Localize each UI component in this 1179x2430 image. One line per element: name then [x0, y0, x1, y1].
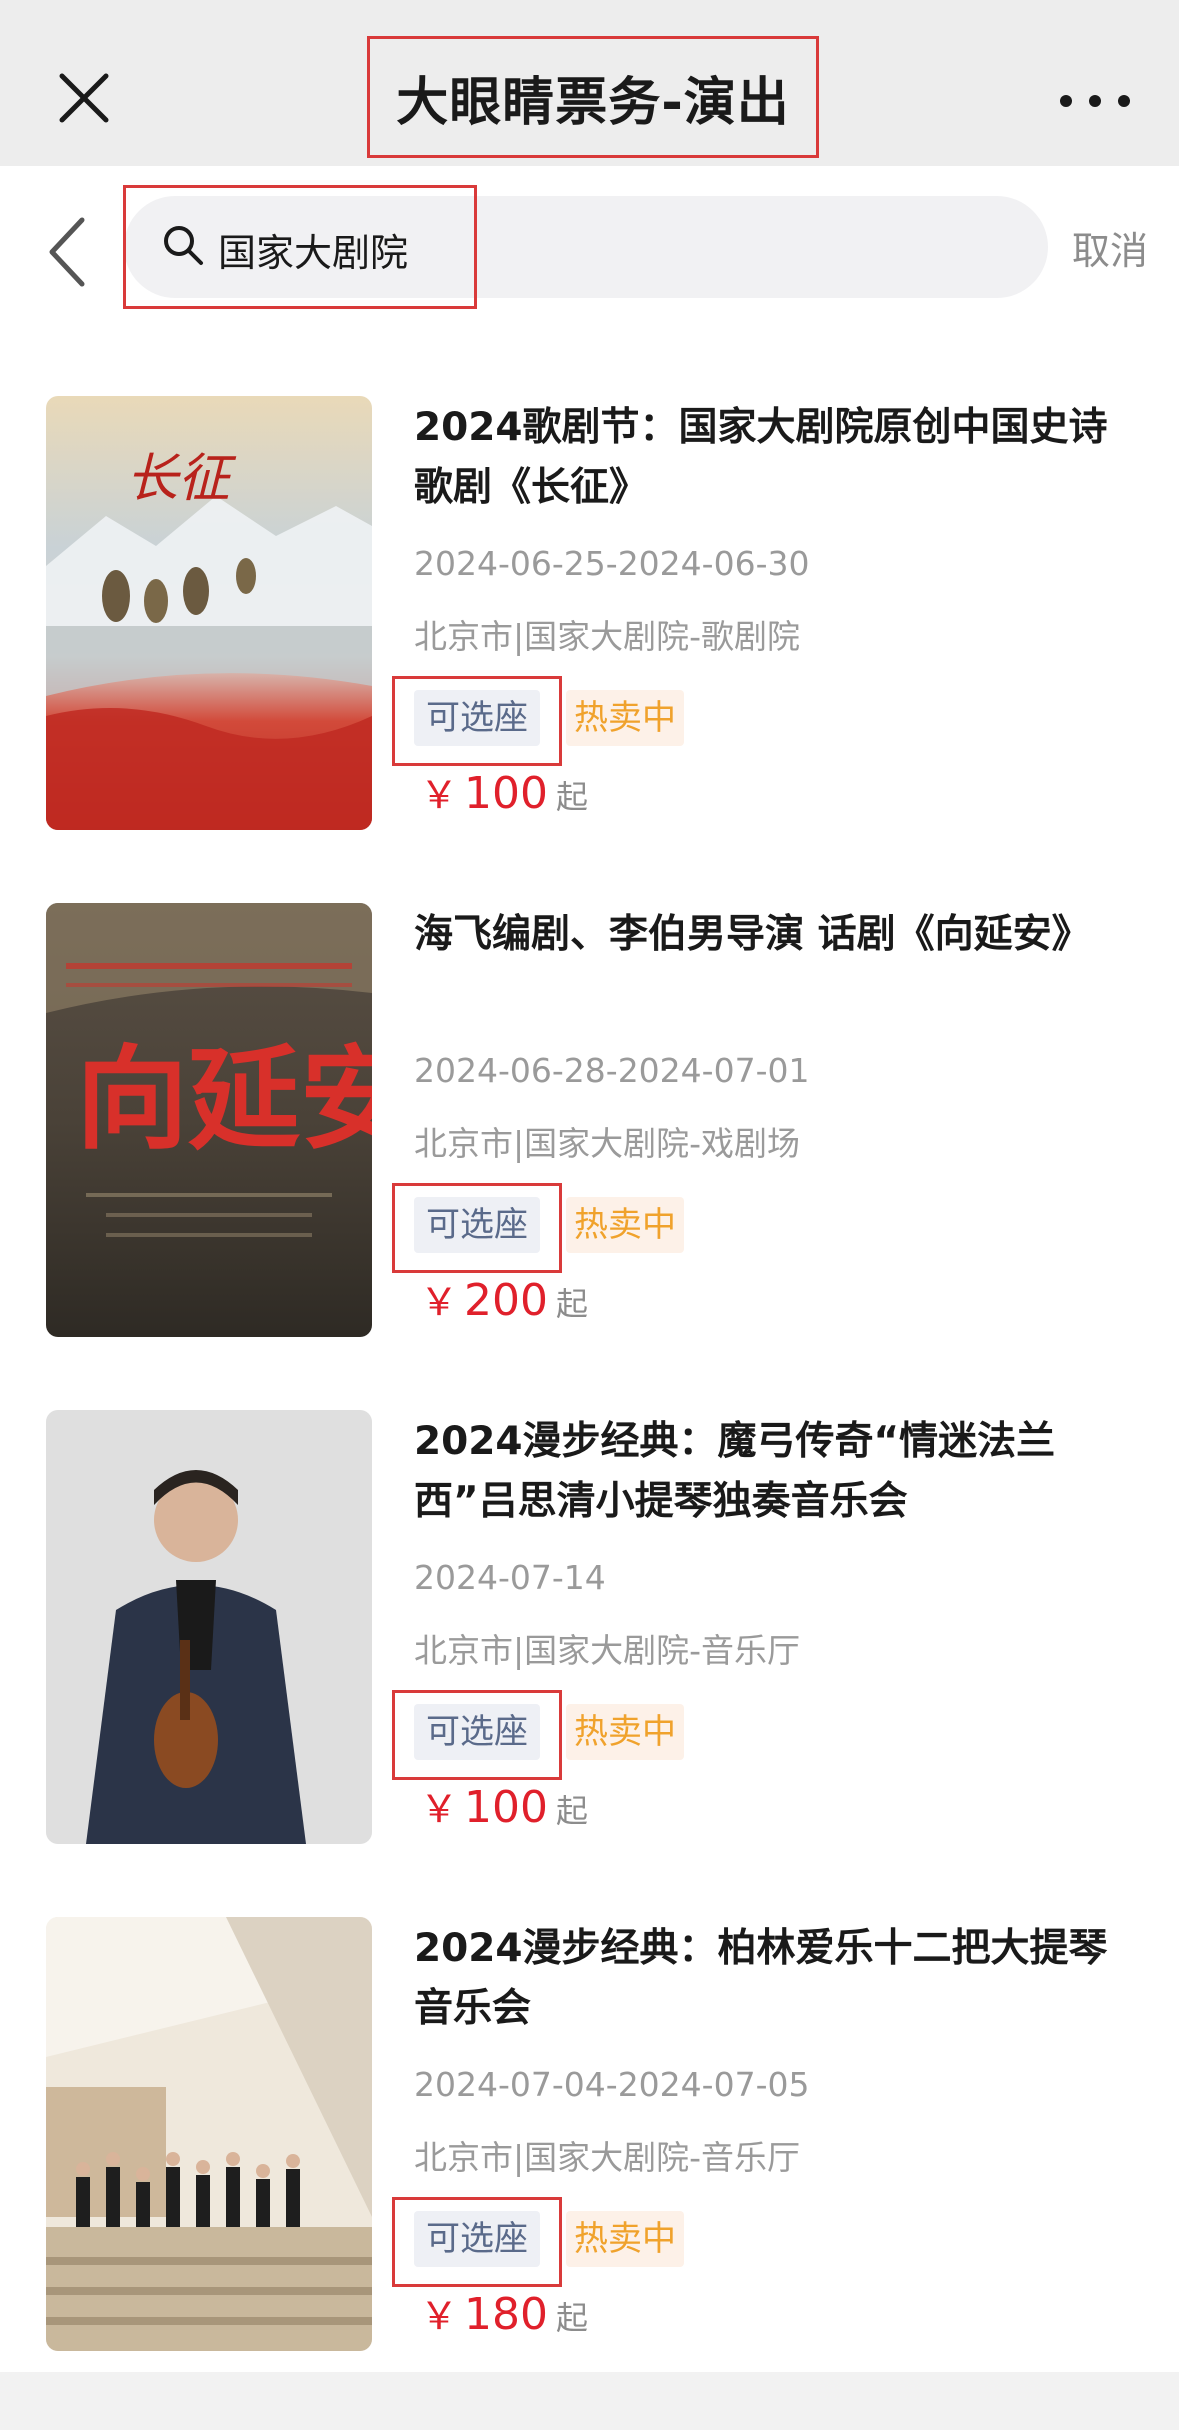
- price-suffix: 起: [556, 2299, 589, 2337]
- item-date: 2024-07-04-2024-07-05: [414, 2065, 810, 2104]
- item-venue: 北京市|国家大剧院-歌剧院: [414, 617, 801, 656]
- close-icon[interactable]: [52, 66, 116, 130]
- poster-image[interactable]: [46, 1410, 372, 1844]
- cancel-button[interactable]: 取消: [1072, 220, 1148, 275]
- result-item[interactable]: 长征 2024歌剧节：国家大剧院原创中国史诗歌剧《长征》 2024-06-25-…: [0, 396, 1179, 836]
- poster-image[interactable]: 长征: [46, 396, 372, 830]
- item-venue: 北京市|国家大剧院-音乐厅: [414, 2138, 801, 2177]
- poster-text: 向延安: [76, 1034, 372, 1165]
- tag-highlight-box: [392, 676, 562, 766]
- bottom-divider: [0, 2372, 1179, 2430]
- tag-hot-selling: 热卖中: [566, 690, 684, 746]
- item-title[interactable]: 2024漫步经典：柏林爱乐十二把大提琴音乐会: [414, 1919, 1114, 2039]
- more-dot: [1060, 95, 1072, 107]
- tag-highlight-box: [392, 1183, 562, 1273]
- page: 大眼睛票务-演出 取消: [0, 0, 1179, 2430]
- poster-text: 长征: [126, 449, 237, 509]
- item-date: 2024-06-28-2024-07-01: [414, 1051, 810, 1090]
- more-horizontal-icon[interactable]: [1060, 86, 1130, 116]
- page-title: 大眼睛票务-演出: [396, 72, 790, 133]
- price: ￥ 100 起: [420, 1778, 588, 1841]
- page-title-box: 大眼睛票务-演出: [367, 36, 819, 158]
- more-dot: [1118, 95, 1130, 107]
- poster-image[interactable]: [46, 1917, 372, 2351]
- price-value: 200: [464, 1275, 548, 1326]
- tag-hot-selling: 热卖中: [566, 2211, 684, 2267]
- item-date: 2024-06-25-2024-06-30: [414, 544, 810, 583]
- result-item[interactable]: 2024漫步经典：柏林爱乐十二把大提琴音乐会 2024-07-04-2024-0…: [0, 1917, 1179, 2357]
- price-suffix: 起: [556, 1285, 589, 1323]
- result-item[interactable]: 向延安 海飞编剧、李伯男导演 话剧《向延安》 2024-06-28-2024-0…: [0, 903, 1179, 1343]
- price-value: 100: [464, 768, 548, 819]
- item-title[interactable]: 2024歌剧节：国家大剧院原创中国史诗歌剧《长征》: [414, 398, 1114, 518]
- tag-highlight-box: [392, 1690, 562, 1780]
- price-suffix: 起: [556, 778, 589, 816]
- item-title[interactable]: 海飞编剧、李伯男导演 话剧《向延安》: [414, 905, 1114, 965]
- currency-symbol: ￥: [420, 773, 459, 817]
- price: ￥ 180 起: [420, 2285, 588, 2348]
- poster-image[interactable]: 向延安: [46, 903, 372, 1337]
- result-item[interactable]: 2024漫步经典：魔弓传奇“情迷法兰西”吕思清小提琴独奏音乐会 2024-07-…: [0, 1410, 1179, 1850]
- search-input[interactable]: [216, 208, 820, 290]
- price: ￥ 200 起: [420, 1271, 588, 1334]
- item-venue: 北京市|国家大剧院-音乐厅: [414, 1631, 801, 1670]
- currency-symbol: ￥: [420, 2294, 459, 2338]
- price-value: 100: [464, 1782, 548, 1833]
- search-icon: [160, 222, 206, 268]
- price: ￥ 100 起: [420, 764, 588, 827]
- price-value: 180: [464, 2289, 548, 2340]
- currency-symbol: ￥: [420, 1280, 459, 1324]
- tag-hot-selling: 热卖中: [566, 1197, 684, 1253]
- more-dot: [1089, 95, 1101, 107]
- tag-hot-selling: 热卖中: [566, 1704, 684, 1760]
- tag-highlight-box: [392, 2197, 562, 2287]
- item-date: 2024-07-14: [414, 1558, 606, 1597]
- item-title[interactable]: 2024漫步经典：魔弓传奇“情迷法兰西”吕思清小提琴独奏音乐会: [414, 1412, 1114, 1532]
- item-venue: 北京市|国家大剧院-戏剧场: [414, 1124, 801, 1163]
- top-bar: 大眼睛票务-演出: [0, 0, 1179, 166]
- chevron-left-icon[interactable]: [42, 212, 98, 292]
- price-suffix: 起: [556, 1792, 589, 1830]
- currency-symbol: ￥: [420, 1787, 459, 1831]
